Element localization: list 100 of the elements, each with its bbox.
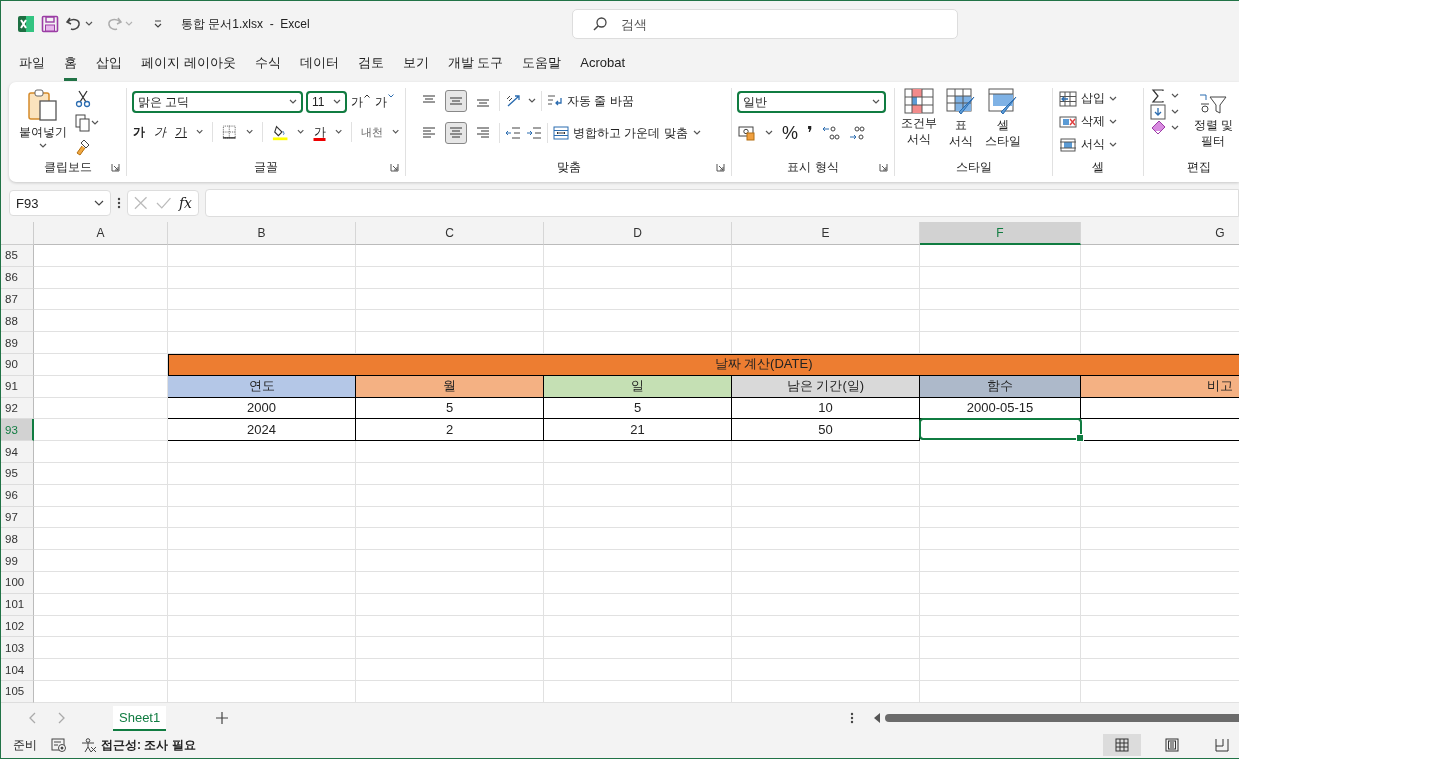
row-header[interactable]: 86 <box>1 266 34 289</box>
empty-cell[interactable] <box>356 441 544 463</box>
row-header[interactable]: 94 <box>1 441 34 463</box>
empty-cell[interactable] <box>920 615 1081 638</box>
table-cell[interactable]: 2024 <box>168 419 356 442</box>
font-name-dropdown[interactable]: 맑은 고딕 <box>133 92 302 112</box>
italic-button[interactable]: 가 <box>154 123 166 141</box>
previous-sheet-icon[interactable] <box>29 712 37 724</box>
empty-cell[interactable] <box>544 680 732 703</box>
empty-cell[interactable] <box>544 484 732 507</box>
increase-decimal-icon[interactable] <box>821 125 840 141</box>
table-cell[interactable]: 2000-05-15 <box>920 397 1081 420</box>
cells-button[interactable]: 삭제 <box>1059 113 1137 130</box>
row-header[interactable]: 93 <box>1 419 34 442</box>
empty-cell[interactable] <box>168 266 356 289</box>
row-header[interactable]: 90 <box>1 354 34 376</box>
empty-cell[interactable] <box>544 659 732 681</box>
accounting-format-icon[interactable] <box>738 125 756 141</box>
row-header[interactable]: 103 <box>1 637 34 660</box>
row-header[interactable]: 99 <box>1 550 34 572</box>
empty-cell[interactable] <box>544 462 732 485</box>
horizontal-align-button[interactable] <box>445 122 467 144</box>
caret-icon[interactable] <box>1171 93 1179 99</box>
empty-cell[interactable] <box>168 310 356 333</box>
caret-icon[interactable] <box>334 129 342 135</box>
row-header[interactable]: 104 <box>1 659 34 681</box>
ribbon-tab[interactable]: 데이터 <box>299 47 339 81</box>
caret-icon[interactable] <box>196 129 204 135</box>
row-header[interactable]: 102 <box>1 615 34 638</box>
ribbon-tab[interactable]: 개발 도구 <box>447 47 504 81</box>
empty-cell[interactable] <box>168 571 356 594</box>
empty-cell[interactable] <box>356 310 544 333</box>
fill-color-icon[interactable] <box>271 123 289 141</box>
row-header[interactable]: 85 <box>1 245 34 267</box>
row-header[interactable]: 95 <box>1 462 34 485</box>
empty-cell[interactable] <box>356 571 544 594</box>
select-all-corner[interactable] <box>1 222 34 245</box>
empty-cell[interactable] <box>544 637 732 660</box>
checkmark-icon[interactable] <box>155 196 171 210</box>
empty-cell[interactable] <box>732 680 920 703</box>
column-header[interactable]: C <box>356 222 544 245</box>
caret-icon[interactable] <box>91 120 99 126</box>
decrease-indent-icon[interactable] <box>505 126 521 140</box>
empty-cell[interactable] <box>168 593 356 616</box>
row-header[interactable]: 89 <box>1 332 34 354</box>
wrap-text-button[interactable]: 자동 줄 바꿈 <box>547 92 634 110</box>
empty-cell[interactable] <box>168 288 356 311</box>
comma-style-button[interactable]: ❜ <box>807 122 813 144</box>
row-header[interactable]: 92 <box>1 397 34 420</box>
insert-function-button[interactable]: fx <box>178 195 192 211</box>
empty-cell[interactable] <box>732 310 920 333</box>
empty-cell[interactable] <box>356 550 544 572</box>
sum-icon[interactable] <box>1150 88 1166 104</box>
borders-icon[interactable] <box>222 124 237 140</box>
empty-cell[interactable] <box>732 266 920 289</box>
empty-cell[interactable] <box>168 659 356 681</box>
empty-cell[interactable] <box>544 266 732 289</box>
name-box[interactable]: F93 <box>9 190 111 216</box>
font-color-button[interactable]: 가 <box>313 123 326 141</box>
empty-cell[interactable] <box>356 245 544 267</box>
empty-cell[interactable] <box>920 332 1081 354</box>
empty-cell[interactable] <box>920 441 1081 463</box>
undo-icon[interactable] <box>65 15 83 33</box>
view-button[interactable] <box>1103 734 1141 756</box>
empty-cell[interactable] <box>544 441 732 463</box>
text-orientation-icon[interactable] <box>505 93 523 109</box>
column-header[interactable]: A <box>34 222 168 245</box>
empty-cell[interactable] <box>732 484 920 507</box>
save-icon[interactable] <box>41 15 59 33</box>
caret-icon[interactable] <box>85 21 93 27</box>
eraser-icon[interactable] <box>1150 120 1166 136</box>
empty-cell[interactable] <box>356 615 544 638</box>
empty-cell[interactable] <box>920 593 1081 616</box>
ribbon-tab[interactable]: 검토 <box>357 47 384 81</box>
empty-cell[interactable] <box>732 659 920 681</box>
empty-cell[interactable] <box>732 288 920 311</box>
empty-cell[interactable] <box>732 506 920 529</box>
ribbon-tab[interactable]: 수식 <box>254 47 281 81</box>
empty-cell[interactable] <box>544 288 732 311</box>
empty-cell[interactable] <box>920 245 1081 267</box>
format-painter-icon[interactable] <box>75 138 91 156</box>
increase-font-size-button[interactable]: 가 <box>351 93 370 111</box>
empty-cell[interactable] <box>168 615 356 638</box>
font-size-dropdown[interactable]: 11 <box>307 92 346 112</box>
table-cell[interactable]: 50 <box>732 419 920 442</box>
column-header[interactable]: G <box>1081 222 1239 245</box>
ribbon-tab[interactable]: 페이지 레이아웃 <box>141 47 236 81</box>
number-format-dropdown[interactable]: 일반 <box>738 92 885 112</box>
caret-icon[interactable] <box>1171 109 1179 115</box>
scissors-icon[interactable] <box>75 90 91 108</box>
row-header[interactable]: 101 <box>1 593 34 616</box>
caret-icon[interactable] <box>245 129 253 135</box>
empty-cell[interactable] <box>168 637 356 660</box>
table-cell[interactable]: 2 <box>356 419 544 442</box>
empty-cell[interactable] <box>732 571 920 594</box>
add-sheet-icon[interactable] <box>216 712 229 724</box>
empty-cell[interactable] <box>168 462 356 485</box>
row-header[interactable]: 88 <box>1 310 34 333</box>
ribbon-tab[interactable]: 보기 <box>402 47 429 81</box>
empty-cell[interactable] <box>356 680 544 703</box>
